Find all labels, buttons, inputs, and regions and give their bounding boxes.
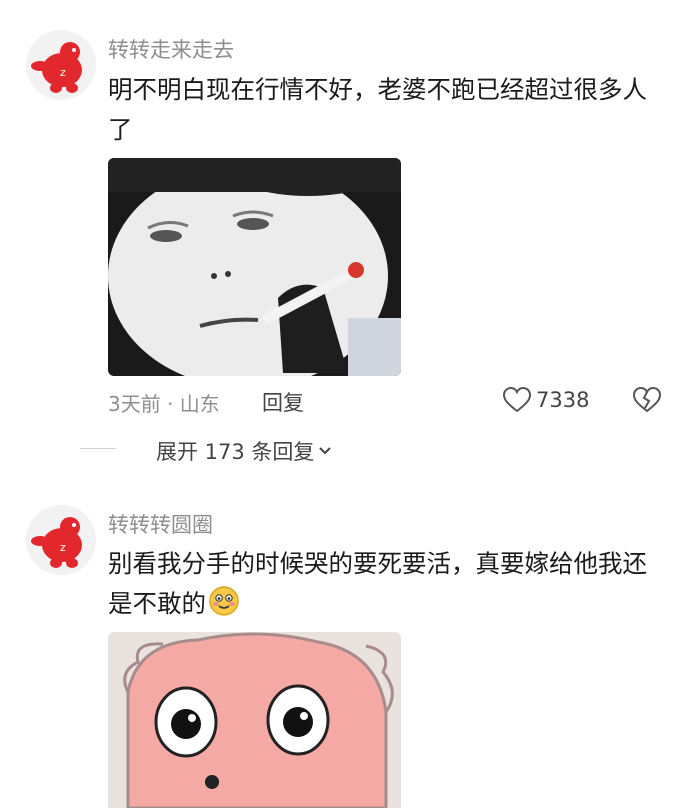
svg-text:z: z — [60, 541, 66, 554]
comment-meta: 3天前 · 山东 — [108, 392, 220, 416]
like-count: 7338 — [536, 388, 590, 412]
pink-cartoon-face-icon — [108, 632, 401, 808]
avatar[interactable]: z — [26, 505, 96, 575]
red-mascot-icon: z — [26, 30, 96, 100]
dislike-button[interactable] — [632, 386, 662, 414]
divider — [80, 448, 116, 449]
meme-image[interactable] — [108, 632, 401, 808]
blushing-smile-emoji-icon — [208, 585, 240, 617]
reply-button[interactable]: 回复 — [262, 387, 304, 417]
comment-text: 明不明白现在行情不好，老婆不跑已经超过很多人了 — [108, 75, 647, 144]
username[interactable]: 转转走来走去 — [108, 34, 234, 64]
broken-heart-icon — [632, 386, 662, 413]
expand-replies-button[interactable]: 展开 173 条回复 — [80, 436, 332, 466]
comment-text-body: 别看我分手的时候哭的要死要活，真要嫁给他我还是不敢的 — [108, 549, 647, 618]
comment-text: 别看我分手的时候哭的要死要活，真要嫁给他我还是不敢的 — [108, 544, 664, 624]
meme-image[interactable] — [108, 158, 401, 376]
like-button[interactable]: 7338 — [502, 386, 589, 414]
chevron-down-icon — [319, 447, 332, 455]
svg-text:z: z — [60, 66, 66, 79]
pale-face-smoking-icon — [108, 158, 401, 376]
heart-icon — [502, 386, 532, 413]
red-mascot-icon: z — [26, 505, 96, 575]
avatar[interactable]: z — [26, 30, 96, 100]
expand-replies-label: 展开 173 条回复 — [156, 440, 315, 464]
username[interactable]: 转转转圆圈 — [108, 509, 213, 539]
